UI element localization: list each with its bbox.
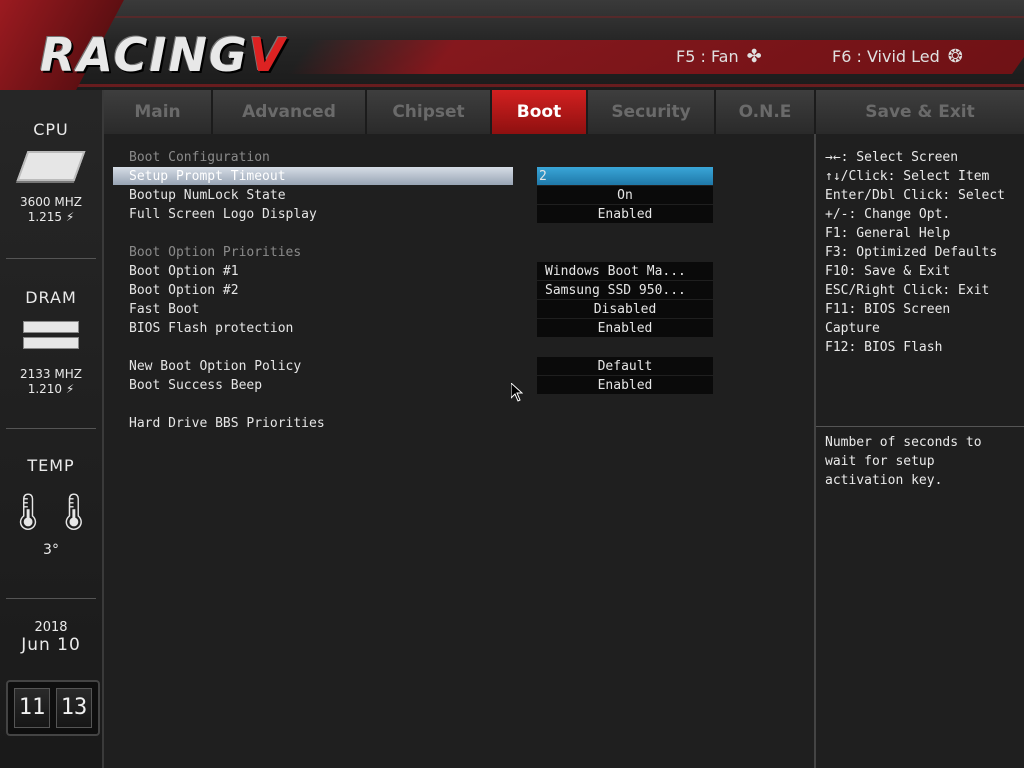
setting-label: Fast Boot [129, 302, 200, 317]
setup-prompt-timeout-input[interactable]: 2 [537, 167, 713, 185]
help-divider [816, 426, 1024, 427]
dram-module-icon [0, 321, 102, 349]
vivid-led-hotkey-label: F6 : Vivid Led [832, 47, 940, 66]
section-header: Boot Configuration [104, 148, 814, 167]
tab-security[interactable]: Security [588, 90, 716, 134]
led-icon: ❂ [947, 46, 963, 67]
help-panel: →←: Select Screen ↑↓/Click: Select Item … [816, 134, 1024, 768]
setting-label: New Boot Option Policy [129, 359, 302, 374]
submenu-label: Hard Drive BBS Priorities [129, 416, 325, 431]
clock-minute: 13 [56, 688, 92, 728]
date-year: 2018 [34, 620, 68, 635]
temp-value: 3° [43, 542, 59, 558]
help-key-line: Capture [825, 321, 880, 336]
clock-hour: 11 [14, 688, 50, 728]
setting-label: Bootup NumLock State [129, 188, 286, 203]
help-key-line: F1: General Help [825, 226, 951, 241]
help-key-line: F11: BIOS Screen [825, 302, 951, 317]
temp-title: TEMP [27, 456, 75, 475]
help-key-line: Enter/Dbl Click: Select [825, 188, 1006, 203]
help-key-line: F3: Optimized Defaults [825, 245, 998, 260]
setting-row-boot1[interactable]: Boot Option #1 Windows Boot Ma... [104, 262, 814, 281]
setting-row-boot2[interactable]: Boot Option #2 Samsung SSD 950... [104, 281, 814, 300]
sidebar-divider [6, 598, 96, 599]
setting-row-new-boot-policy[interactable]: New Boot Option Policy Default [104, 357, 814, 376]
header-banner: RACINGV F5 : Fan ✤ F6 : Vivid Led ❂ [0, 0, 1024, 90]
help-description-line: activation key. [825, 473, 943, 488]
boot-settings-panel: Boot Configuration Setup Prompt Timeout … [104, 134, 814, 768]
fan-hotkey-label: F5 : Fan [676, 47, 739, 66]
setting-row-success-beep[interactable]: Boot Success Beep Enabled [104, 376, 814, 395]
help-description-line: Number of seconds to [825, 435, 982, 450]
cpu-chip-icon [16, 151, 86, 181]
success-beep-value[interactable]: Enabled [537, 376, 713, 394]
fast-boot-value[interactable]: Disabled [537, 300, 713, 318]
logo-display-value[interactable]: Enabled [537, 205, 713, 223]
submenu-hdd-bbs-priorities[interactable]: Hard Drive BBS Priorities [104, 414, 814, 433]
tab-chipset[interactable]: Chipset [367, 90, 492, 134]
new-boot-policy-value[interactable]: Default [537, 357, 713, 375]
logo-text: RACING [40, 28, 249, 82]
tab-advanced[interactable]: Advanced [213, 90, 367, 134]
racing-logo: RACINGV [40, 28, 286, 82]
flash-protection-value[interactable]: Enabled [537, 319, 713, 337]
numlock-value[interactable]: On [537, 186, 713, 204]
section-header: Boot Option Priorities [104, 243, 814, 262]
fan-icon: ✤ [746, 46, 762, 67]
tab-main[interactable]: Main [104, 90, 213, 134]
help-key-line: F12: BIOS Flash [825, 340, 943, 355]
dram-voltage: 1.210 ⚡ [27, 382, 75, 396]
help-key-line: →←: Select Screen [825, 150, 959, 165]
help-key-line: ESC/Right Click: Exit [825, 283, 990, 298]
dram-frequency: 2133 MHZ [20, 367, 82, 381]
cpu-frequency: 3600 MHZ [20, 195, 82, 209]
logo-mark: V [248, 28, 287, 82]
sidebar-divider [6, 428, 96, 429]
setting-label: Boot Option #2 [129, 283, 239, 298]
cpu-voltage: 1.215 ⚡ [27, 210, 75, 224]
tab-save-exit[interactable]: Save & Exit [816, 90, 1024, 134]
tab-one[interactable]: O.N.E [716, 90, 816, 134]
help-key-line: ↑↓/Click: Select Item [825, 169, 990, 184]
thermometer-icon: 🌡🌡 [5, 492, 97, 533]
boot-option-2-value[interactable]: Samsung SSD 950... [537, 281, 713, 299]
boot-config-header: Boot Configuration [129, 150, 270, 165]
fan-hotkey[interactable]: F5 : Fan ✤ [676, 46, 762, 67]
setting-label: Boot Success Beep [129, 378, 263, 393]
setting-row-setup-prompt[interactable]: Setup Prompt Timeout 2 [104, 167, 814, 186]
setting-row-flash-protection[interactable]: BIOS Flash protection Enabled [104, 319, 814, 338]
cpu-title: CPU [33, 120, 69, 139]
status-sidebar: CPU 3600 MHZ 1.215 ⚡ DRAM 2133 MHZ 1.210… [0, 90, 104, 768]
tab-boot[interactable]: Boot [492, 90, 588, 134]
help-description-line: wait for setup [825, 454, 935, 469]
setting-row-fast-boot[interactable]: Fast Boot Disabled [104, 300, 814, 319]
clock-display: 11 13 [6, 680, 100, 736]
temp-panel: TEMP 🌡🌡 3° [0, 456, 102, 558]
date-day: Jun 10 [21, 635, 81, 655]
setting-row-logo-display[interactable]: Full Screen Logo Display Enabled [104, 205, 814, 224]
boot-priorities-header: Boot Option Priorities [129, 245, 302, 260]
setting-label: BIOS Flash protection [129, 321, 294, 336]
date-panel: 2018 Jun 10 [0, 620, 102, 655]
boot-option-1-value[interactable]: Windows Boot Ma... [537, 262, 713, 280]
help-key-line: +/-: Change Opt. [825, 207, 951, 222]
setting-label: Full Screen Logo Display [129, 207, 317, 222]
setting-row-numlock[interactable]: Bootup NumLock State On [104, 186, 814, 205]
sidebar-divider [6, 258, 96, 259]
dram-panel: DRAM 2133 MHZ 1.210 ⚡ [0, 288, 102, 397]
tab-bar: Main Advanced Chipset Boot Security O.N.… [104, 90, 1024, 134]
help-key-line: F10: Save & Exit [825, 264, 951, 279]
dram-title: DRAM [25, 288, 77, 307]
setting-label: Setup Prompt Timeout [129, 169, 286, 184]
cpu-panel: CPU 3600 MHZ 1.215 ⚡ [0, 120, 102, 225]
vivid-led-hotkey[interactable]: F6 : Vivid Led ❂ [832, 46, 963, 67]
setting-label: Boot Option #1 [129, 264, 239, 279]
